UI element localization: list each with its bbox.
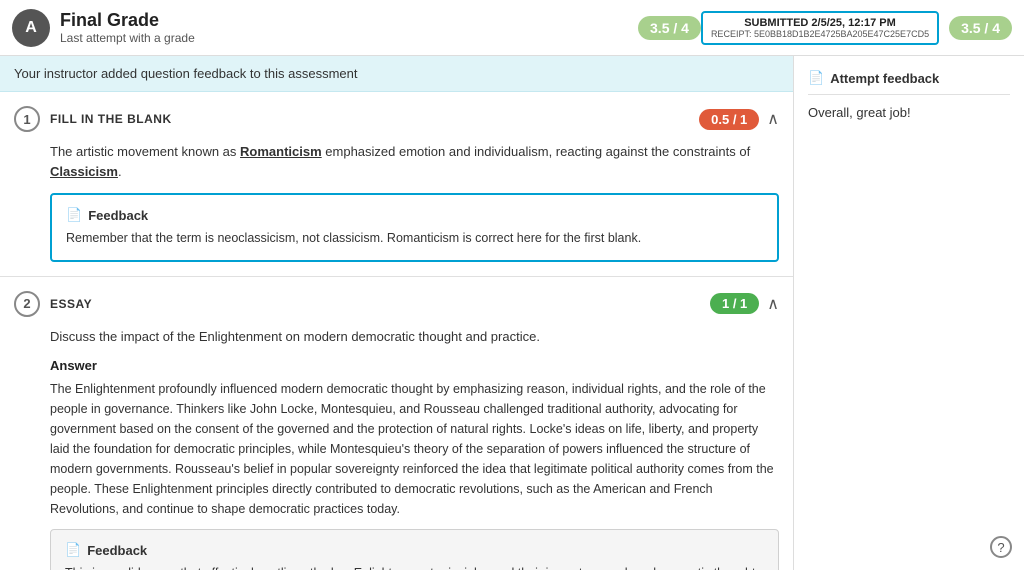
question-2-block: 2 ESSAY 1 / 1 ∧ Discuss the impact of th…: [0, 277, 793, 570]
question-1-feedback-box: 📄 Feedback Remember that the term is neo…: [50, 193, 779, 262]
header-right: SUBMITTED 2/5/25, 12:17 PM RECEIPT: 5E0B…: [701, 11, 1012, 45]
question-1-feedback-label: 📄 Feedback: [66, 207, 763, 223]
question-2-text: Discuss the impact of the Enlightenment …: [14, 327, 779, 347]
question-1-chevron-icon[interactable]: ∧: [767, 109, 779, 129]
right-sidebar: 📄 Attempt feedback Overall, great job! ?: [794, 56, 1024, 570]
question-1-text: The artistic movement known as Romantici…: [14, 142, 779, 181]
question-1-header-left: 1 FILL IN THE BLANK: [14, 106, 172, 132]
question-2-answer-section: Answer The Enlightenment profoundly infl…: [14, 358, 779, 519]
question-1-score: 0.5 / 1: [699, 109, 759, 130]
question-2-number: 2: [14, 291, 40, 317]
feedback-icon-1: 📄: [66, 207, 82, 223]
question-2-chevron-icon[interactable]: ∧: [767, 294, 779, 314]
question-2-score: 1 / 1: [710, 293, 759, 314]
main-layout: Your instructor added question feedback …: [0, 56, 1024, 570]
feedback-banner: Your instructor added question feedback …: [0, 56, 793, 92]
question-2-header: 2 ESSAY 1 / 1 ∧: [14, 291, 779, 317]
help-icon[interactable]: ?: [990, 536, 1012, 558]
header-title-block: Final Grade Last attempt with a grade: [60, 10, 628, 45]
sidebar-feedback-text: Overall, great job!: [808, 105, 1010, 120]
sidebar-header: 📄 Attempt feedback: [808, 70, 1010, 95]
answer-label: Answer: [50, 358, 779, 373]
submitted-box: SUBMITTED 2/5/25, 12:17 PM RECEIPT: 5E0B…: [701, 11, 939, 45]
feedback-icon-2: 📄: [65, 542, 81, 558]
feedback-label-text-1: Feedback: [88, 208, 148, 223]
question-1-header: 1 FILL IN THE BLANK 0.5 / 1 ∧: [14, 106, 779, 132]
question-1-block: 1 FILL IN THE BLANK 0.5 / 1 ∧ The artist…: [0, 92, 793, 277]
question-2-feedback-label: 📄 Feedback: [65, 542, 764, 558]
question-1-feedback-content: Remember that the term is neoclassicism,…: [66, 229, 763, 248]
header-subtitle: Last attempt with a grade: [60, 31, 628, 45]
avatar: A: [12, 9, 50, 47]
question-1-number: 1: [14, 106, 40, 132]
sidebar-feedback-icon: 📄: [808, 70, 824, 86]
answer-text: The Enlightenment profoundly influenced …: [50, 379, 779, 519]
question-1-header-right: 0.5 / 1 ∧: [699, 109, 779, 130]
question-1-type: FILL IN THE BLANK: [50, 112, 172, 126]
question-2-header-left: 2 ESSAY: [14, 291, 92, 317]
grade-pill-left: 3.5 / 4: [638, 16, 701, 40]
page-title: Final Grade: [60, 10, 628, 31]
receipt-label: RECEIPT: 5E0BB18D1B2E4725BA205E47C25E7CD…: [711, 29, 929, 39]
question-2-type: ESSAY: [50, 297, 92, 311]
feedback-label-text-2: Feedback: [87, 543, 147, 558]
feedback-banner-text: Your instructor added question feedback …: [14, 66, 358, 81]
left-content: Your instructor added question feedback …: [0, 56, 794, 570]
question-2-feedback-box: 📄 Feedback This is a solid essay that ef…: [50, 529, 779, 570]
question-2-feedback-content: This is a solid essay that effectively o…: [65, 564, 764, 570]
grade-pill-right: 3.5 / 4: [949, 16, 1012, 40]
page-header: A Final Grade Last attempt with a grade …: [0, 0, 1024, 56]
sidebar-title: Attempt feedback: [830, 71, 939, 86]
submitted-label: SUBMITTED 2/5/25, 12:17 PM: [711, 17, 929, 29]
question-2-header-right: 1 / 1 ∧: [710, 293, 779, 314]
